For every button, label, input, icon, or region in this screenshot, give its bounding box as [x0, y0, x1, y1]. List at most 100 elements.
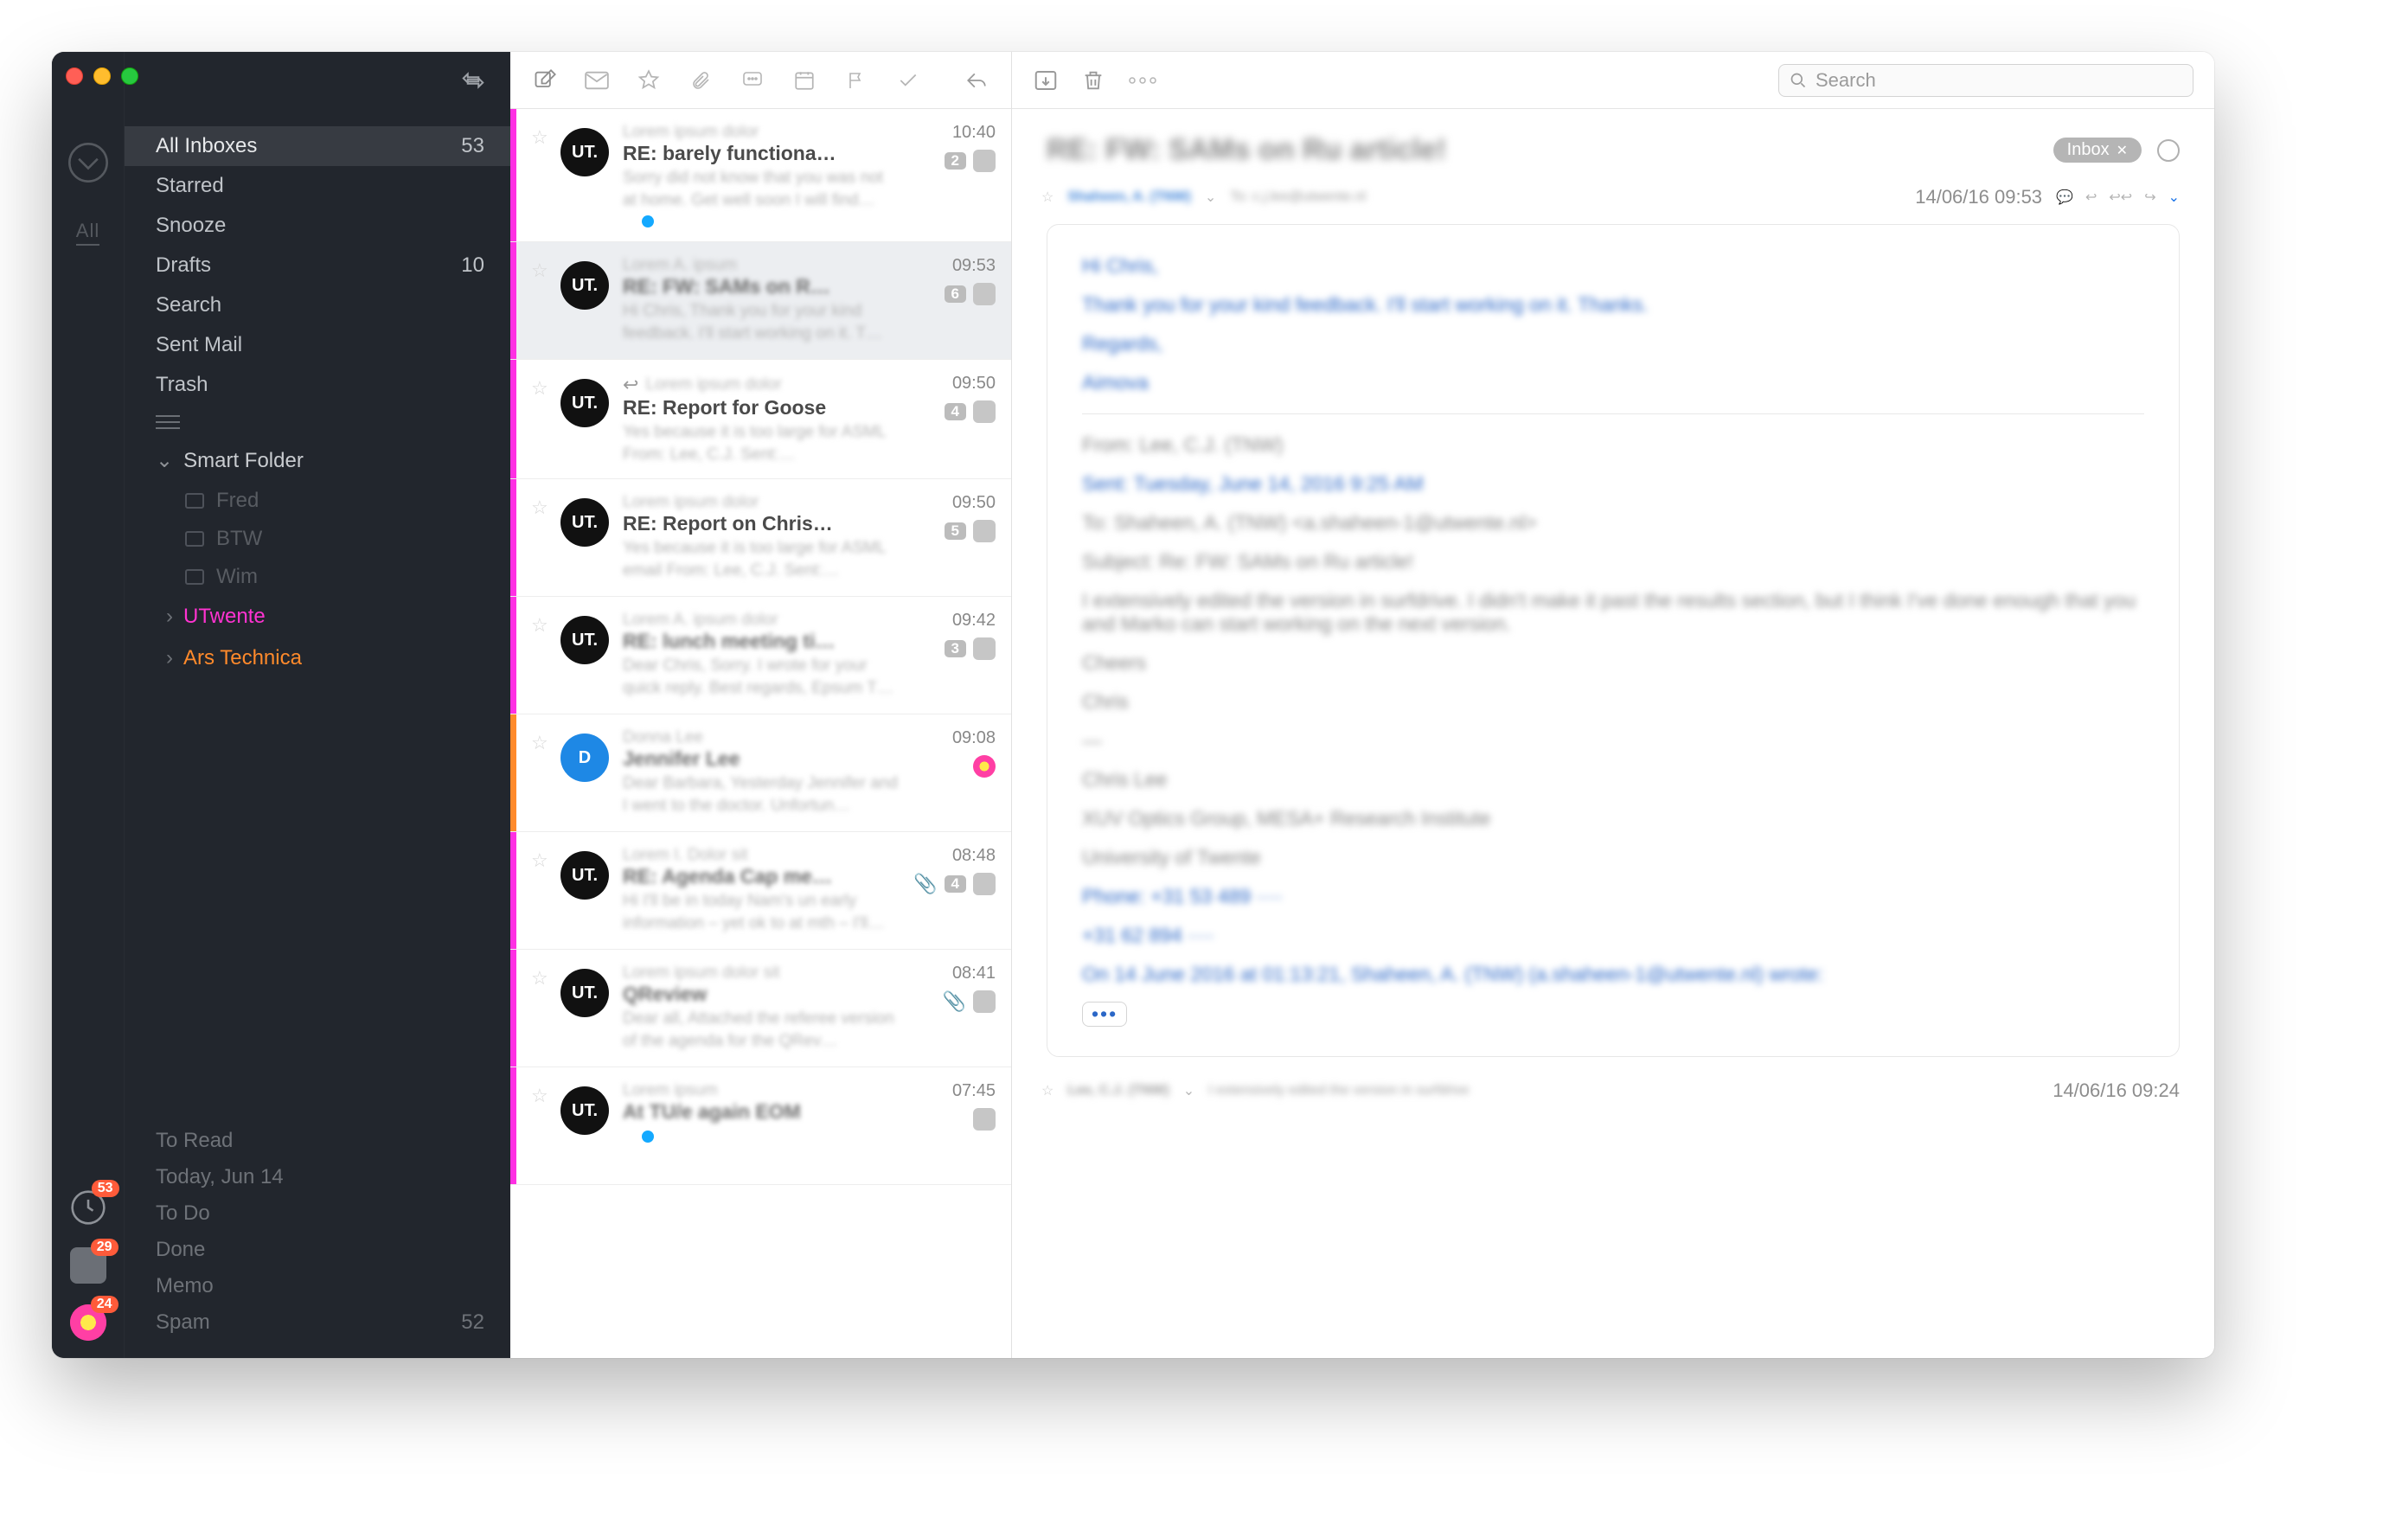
from-name[interactable]: Shaheen, A. (TNW) [1067, 189, 1191, 205]
nav-drafts[interactable]: Drafts10 [125, 246, 510, 285]
reader-pane: Search RE: FW: SAMs on Ru article! Inbox… [1012, 52, 2214, 1358]
bottom-to-do[interactable]: To Do [156, 1195, 510, 1232]
avatar: UT. [560, 969, 609, 1017]
message-body: Hi Chris,Thank you for your kind feedbac… [1047, 224, 2180, 1057]
message-row[interactable]: ☆ UT. Lorem ipsum At TU/e again EOM 07:4… [510, 1067, 1011, 1185]
nav-sent-mail[interactable]: Sent Mail [125, 325, 510, 365]
compose-icon[interactable] [531, 68, 559, 93]
expand-icon[interactable]: ⌄ [2168, 189, 2180, 206]
star-icon[interactable]: ☆ [531, 967, 547, 1053]
message-row[interactable]: ☆ UT. Lorem A. ipsum dolor RE: lunch mee… [510, 597, 1011, 714]
message-list-toolbar [510, 52, 1011, 109]
expand-quote[interactable]: ••• [1082, 1002, 1127, 1027]
account-utwente[interactable]: ›UTwente [125, 596, 510, 637]
trash-icon[interactable] [1081, 67, 1105, 93]
message-row[interactable]: ☆ UT. ↩ Lorem ipsum dolor RE: Report for… [510, 360, 1011, 479]
avatar: D [560, 733, 609, 782]
check-icon[interactable] [894, 69, 922, 92]
nav-snooze[interactable]: Snooze [125, 206, 510, 246]
nav-search[interactable]: Search [125, 285, 510, 325]
clock-icon[interactable] [66, 140, 111, 185]
message-row[interactable]: ☆ UT. Lorem I. Dolor sit RE: Agenda Cap … [510, 832, 1011, 950]
more-icon[interactable] [1128, 75, 1157, 86]
avatar: UT. [560, 498, 609, 547]
unread-dot [642, 215, 654, 227]
reply-icon[interactable] [963, 69, 990, 92]
badge-count: 24 [91, 1296, 118, 1313]
message-list: ☆ UT. Lorem ipsum dolor RE: barely funct… [510, 52, 1012, 1358]
forward-icon[interactable]: ↪ [2144, 189, 2155, 206]
reply-all-icon[interactable]: ↩↩ [2109, 189, 2132, 206]
attach-icon[interactable] [687, 69, 714, 92]
sync-icon[interactable] [460, 67, 486, 93]
search-input[interactable]: Search [1778, 64, 2193, 97]
nav-list: All Inboxes53StarredSnoozeDrafts10Search… [125, 109, 510, 405]
close-window[interactable] [66, 67, 83, 85]
search-placeholder: Search [1816, 69, 1876, 92]
bottom-spam[interactable]: Spam52 [156, 1304, 510, 1341]
minimize-window[interactable] [93, 67, 111, 85]
star-icon[interactable]: ☆ [531, 259, 547, 345]
account-ars-technica[interactable]: ›Ars Technica [125, 637, 510, 679]
mail-icon[interactable] [583, 71, 611, 90]
prev-from: Lee, C.J. (TNW) [1067, 1083, 1169, 1099]
star-icon[interactable]: ☆ [1041, 189, 1054, 206]
smart-folder-header[interactable]: ⌄ Smart Folder [125, 439, 510, 482]
window-controls [66, 67, 138, 85]
message-row[interactable]: ☆ UT. Lorem ipsum dolor RE: barely funct… [510, 109, 1011, 242]
avatar: UT. [560, 128, 609, 176]
badge-count: 29 [91, 1239, 118, 1256]
avatar: UT. [560, 261, 609, 310]
message-row[interactable]: ☆ UT. Lorem ipsum dolor RE: Report on Ch… [510, 479, 1011, 597]
star-icon[interactable]: ☆ [531, 614, 547, 700]
nav-trash[interactable]: Trash [125, 365, 510, 405]
message-row[interactable]: ☆ UT. Lorem A. ipsum RE: FW: SAMs on R… … [510, 242, 1011, 360]
calendar-icon[interactable] [791, 69, 818, 92]
star-icon[interactable] [635, 69, 663, 92]
rail-avatar-2[interactable]: 24 [70, 1304, 106, 1341]
all-label[interactable]: All [76, 220, 99, 246]
star-icon[interactable]: ☆ [531, 126, 547, 227]
app-window: All 53 29 24 [52, 52, 2214, 1358]
smart-folder-fred[interactable]: Fred [125, 482, 510, 520]
chat-icon[interactable] [739, 70, 766, 91]
reply-icon[interactable]: ↩ [2085, 189, 2097, 206]
bottom-today-jun-14[interactable]: Today, Jun 14 [156, 1159, 510, 1195]
avatar: UT. [560, 616, 609, 664]
avatar: UT. [560, 1086, 609, 1135]
chevron-down-icon[interactable]: ⌄ [1205, 189, 1216, 206]
zoom-window[interactable] [121, 67, 138, 85]
star-icon[interactable]: ☆ [531, 732, 547, 817]
star-icon[interactable]: ☆ [1041, 1082, 1054, 1099]
rail-avatar-1[interactable]: 29 [70, 1247, 106, 1284]
star-icon[interactable]: ☆ [531, 849, 547, 935]
bottom-to-read[interactable]: To Read [156, 1123, 510, 1159]
chevron-down-icon[interactable]: ⌄ [1183, 1082, 1194, 1099]
bottom-memo[interactable]: Memo [156, 1268, 510, 1304]
previous-message-header[interactable]: ☆ Lee, C.J. (TNW) ⌄ I extensively edited… [1012, 1057, 2214, 1102]
smart-folder-label: Smart Folder [183, 449, 304, 473]
message-row[interactable]: ☆ D Donna Lee Jennifer Lee Dear Barbara,… [510, 714, 1011, 832]
rail-clock-badge[interactable]: 53 [69, 1188, 107, 1227]
prev-date: 14/06/16 09:24 [2053, 1079, 2180, 1102]
flag-icon[interactable] [842, 69, 870, 92]
bottom-done[interactable]: Done [156, 1232, 510, 1268]
star-icon[interactable]: ☆ [531, 1085, 547, 1170]
avatar: UT. [560, 379, 609, 427]
menu-icon[interactable] [156, 415, 180, 429]
chat-icon[interactable]: 💬 [2056, 189, 2073, 206]
smart-folder-wim[interactable]: Wim [125, 558, 510, 596]
inbox-tag[interactable]: Inbox✕ [2053, 138, 2142, 163]
smart-folder-btw[interactable]: BTW [125, 520, 510, 558]
message-row[interactable]: ☆ UT. Lorem ipsum dolor sit QReview Dear… [510, 950, 1011, 1067]
nav-starred[interactable]: Starred [125, 166, 510, 206]
archive-icon[interactable] [1033, 67, 1059, 93]
message-header: ☆ Shaheen, A. (TNW) ⌄ To: c.j.lee@utwent… [1012, 177, 2214, 224]
read-toggle[interactable] [2157, 139, 2180, 162]
to-field: To: c.j.lee@utwente.nl [1230, 189, 1366, 205]
badge-count: 53 [92, 1180, 119, 1197]
star-icon[interactable]: ☆ [531, 377, 547, 464]
prev-subject: I extensively edited the version in surf… [1208, 1083, 1469, 1099]
star-icon[interactable]: ☆ [531, 496, 547, 582]
nav-all-inboxes[interactable]: All Inboxes53 [125, 126, 510, 166]
